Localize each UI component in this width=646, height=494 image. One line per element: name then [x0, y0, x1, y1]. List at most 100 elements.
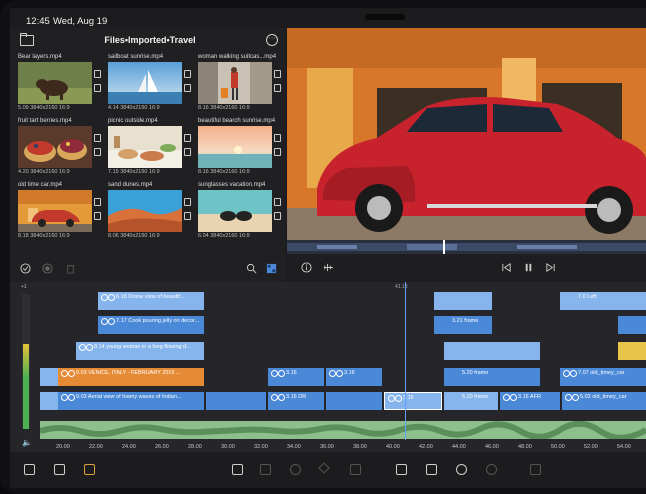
- audio-level-meter: +1: [21, 284, 30, 429]
- media-clip[interactable]: sailboat sunrise.mp4 4.14 3840x2160 16:9: [108, 54, 196, 116]
- timeline-clip[interactable]: [40, 368, 58, 386]
- export-icon[interactable]: [24, 464, 35, 475]
- preview-filmstrip[interactable]: [287, 240, 646, 254]
- clip-name: Bear layers.mp4: [18, 54, 62, 60]
- clip-meta: 4.20 3840x2160 16:9: [18, 169, 70, 175]
- timeline-clip[interactable]: 7.0 Left: [560, 292, 646, 310]
- timeline-clip[interactable]: 6.18 Drone view of beautif...: [98, 292, 204, 310]
- viewer-controls: [287, 240, 646, 282]
- skip-forward-icon[interactable]: [545, 262, 556, 273]
- media-clip[interactable]: sand dunes.mp4 8.06 3840x2160 16:9: [108, 182, 196, 244]
- snapshot-icon[interactable]: [350, 464, 361, 475]
- clip-thumbnail-tart: [18, 126, 92, 168]
- timeline-clip[interactable]: [618, 316, 646, 334]
- clip-thumbnail-sunglasses: [198, 190, 272, 232]
- timeline-clip[interactable]: [206, 392, 266, 410]
- search-icon[interactable]: [246, 263, 257, 274]
- clip-name: sunglasses vacation.mp4: [198, 182, 266, 188]
- pause-icon[interactable]: [523, 262, 534, 273]
- timeline-clip-selected[interactable]: 3.15: [384, 392, 442, 410]
- media-clip[interactable]: beautiful bearch sunrise.mp4 8.16 3840x2…: [198, 118, 286, 180]
- clip-thumbnail-car: [18, 190, 92, 232]
- clip-name: old time car.mp4: [18, 182, 63, 188]
- clip-meta: 6.04 3840x2160 16:9: [198, 233, 250, 239]
- media-clip[interactable]: woman walking suitcas...mp4 8.16 3840x21…: [198, 54, 286, 116]
- timeline[interactable]: 41.13 +1 6.18 Drone view of beautif... 7…: [10, 282, 646, 452]
- clip-thumbnail-picnic: [108, 126, 182, 168]
- timeline-clip[interactable]: [326, 392, 382, 410]
- playhead[interactable]: [405, 282, 406, 440]
- audio-track-waveform[interactable]: [39, 420, 646, 441]
- status-date: Wed, Aug 19: [53, 16, 108, 27]
- clip-name: picnic outside.mp4: [108, 118, 158, 124]
- clip-thumbnail-dunes: [108, 190, 182, 232]
- timeline-clip[interactable]: 9.03 VENICE, ITALY - FEBRUARY 2015 ...: [58, 368, 204, 386]
- delete-icon[interactable]: [530, 464, 541, 475]
- clip-meta: 8.06 3840x2160 16:9: [108, 233, 160, 239]
- timeline-clip[interactable]: 7.07 old_timey_car: [560, 368, 646, 386]
- clip-status-icons: [184, 70, 192, 98]
- media-clip[interactable]: sunglasses vacation.mp4 6.04 3840x2160 1…: [198, 182, 286, 244]
- timeline-clip[interactable]: [40, 392, 58, 410]
- media-browser-footer: [10, 256, 286, 282]
- meter-top-label: +1: [21, 284, 27, 290]
- clip-meta: 8.16 3840x2160 16:9: [198, 169, 250, 175]
- text-overlay-icon[interactable]: [260, 464, 271, 475]
- clip-status-icons: [184, 134, 192, 162]
- clip-meta: 8.16 3840x2160 16:9: [198, 105, 250, 111]
- timeline-clip[interactable]: [444, 342, 540, 360]
- timeline-clip[interactable]: 8.14 young woman in a long flowing d...: [76, 342, 204, 360]
- add-icon[interactable]: [486, 464, 497, 475]
- pen-icon[interactable]: [318, 462, 330, 474]
- preview-viewer[interactable]: [287, 28, 646, 240]
- timeline-clip[interactable]: 3.16 DR: [268, 392, 324, 410]
- speaker-icon[interactable]: 🔈: [22, 438, 32, 447]
- grid-view-icon[interactable]: [266, 263, 277, 274]
- select-check-icon[interactable]: [20, 263, 31, 274]
- clip-status-icons: [184, 198, 192, 226]
- timeline-clip[interactable]: 5.20 frame: [444, 368, 540, 386]
- audio-waveform-icon[interactable]: [323, 262, 334, 273]
- clip-name: beautiful bearch sunrise.mp4: [198, 118, 276, 124]
- checkbox-icon[interactable]: [426, 464, 437, 475]
- timeline-clip[interactable]: [434, 292, 492, 310]
- clip-thumbnail-sailboat: [108, 62, 182, 104]
- scissors-icon[interactable]: [456, 464, 467, 475]
- timeline-clip[interactable]: 9.03 Aerial view of foamy waves of India…: [58, 392, 204, 410]
- timeline-clip[interactable]: 3.16 AFR: [500, 392, 560, 410]
- timeline-clip[interactable]: 5.20 frame: [444, 392, 498, 410]
- link-icon[interactable]: [290, 464, 301, 475]
- clip-name: sailboat sunrise.mp4: [108, 54, 164, 60]
- timeline-ruler[interactable]: 41.13: [40, 282, 646, 292]
- media-clip[interactable]: fruit tart berries.mp4 4.20 3840x2160 16…: [18, 118, 106, 180]
- timeline-clip[interactable]: 3.16: [268, 368, 324, 386]
- timeline-clip[interactable]: 3.21 frame: [434, 316, 492, 334]
- clip-meta: 7.15 3840x2160 16:9: [108, 169, 160, 175]
- clip-meta: 4.14 3840x2160 16:9: [108, 105, 160, 111]
- settings-list-icon[interactable]: [54, 464, 65, 475]
- folder-icon[interactable]: [20, 33, 34, 46]
- trash-icon[interactable]: [65, 263, 76, 274]
- tablet-frame: 12:45 Wed, Aug 19 Files•Imported•Travel …: [0, 0, 646, 494]
- media-clip[interactable]: picnic outside.mp4 7.15 3840x2160 16:9: [108, 118, 196, 180]
- camera-notch: [365, 14, 405, 20]
- info-icon[interactable]: [301, 262, 312, 273]
- clip-meta: 5.09 3840x2160 16:9: [18, 105, 70, 111]
- timeline-clip[interactable]: 3.16: [326, 368, 382, 386]
- media-clip[interactable]: Bear layers.mp4 5.09 3840x2160 16:9: [18, 54, 106, 116]
- media-browser-title[interactable]: Files•Imported•Travel: [70, 35, 230, 45]
- app-screen: 12:45 Wed, Aug 19 Files•Imported•Travel …: [10, 8, 646, 488]
- clipboard-icon[interactable]: [396, 464, 407, 475]
- timeline-clip[interactable]: 5.02 old_timey_car: [562, 392, 646, 410]
- record-icon[interactable]: [42, 263, 53, 274]
- more-options-icon[interactable]: ···: [266, 34, 278, 46]
- skip-back-icon[interactable]: [501, 262, 512, 273]
- timeline-clip[interactable]: [618, 342, 646, 360]
- media-clip[interactable]: old time car.mp4 8.18 3840x2160 16:9: [18, 182, 106, 244]
- clip-status-icons: [274, 198, 282, 226]
- media-browser-header: Files•Imported•Travel ···: [10, 28, 286, 52]
- add-media-icon[interactable]: [232, 464, 243, 475]
- timeline-clip[interactable]: 7.17 Cook pouring jelly on decor...: [98, 316, 204, 334]
- preview-frame-car: [287, 28, 646, 240]
- project-icon[interactable]: [84, 464, 95, 475]
